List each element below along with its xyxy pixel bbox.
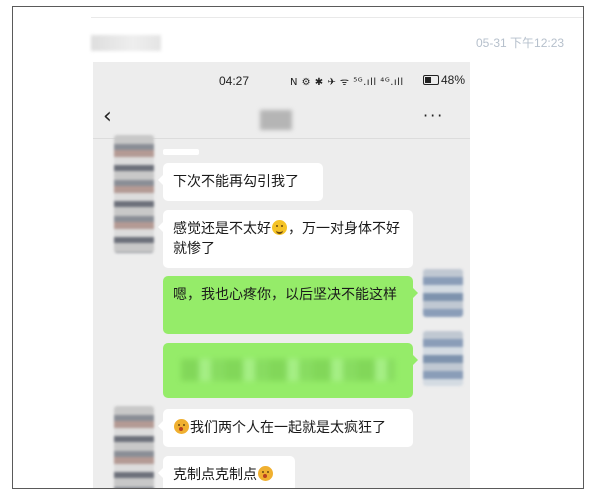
message-bubble[interactable]: 感觉还是不太好 ，万一对身体不好就惨了: [158, 210, 413, 268]
blushing-emoji: [174, 419, 189, 434]
contact-avatar[interactable]: [114, 135, 154, 253]
grinning-sweat-emoji: [272, 220, 287, 235]
post-timestamp: 05-31 下午12:23: [476, 36, 565, 50]
screenshot-frame: 05-31 下午12:23 04:27 N ⚙ ✱ ✈ ᯤ ⁵ᴳ.ıll ⁴ᴳ.…: [12, 6, 584, 489]
message-text: 感觉还是不太好: [173, 221, 271, 237]
message-bubble[interactable]: 我们两个人在一起就是太疯狂了: [158, 409, 413, 447]
message-bubble-sent[interactable]: 嗯，我也心疼你，以后坚决不能这样: [163, 276, 418, 334]
chat-screenshot: 04:27 N ⚙ ✱ ✈ ᯤ ⁵ᴳ.ıll ⁴ᴳ.ıll 48% ‹ ··· …: [93, 62, 470, 488]
back-arrow-icon[interactable]: ‹: [103, 106, 112, 128]
blurred-poster-name: [91, 35, 161, 51]
blurred-sender-name: [163, 149, 199, 155]
blurred-contact-name: [260, 110, 292, 130]
my-avatar[interactable]: [423, 269, 463, 317]
my-avatar[interactable]: [423, 331, 463, 386]
contact-avatar[interactable]: [114, 406, 154, 488]
message-bubble[interactable]: 下次不能再勾引我了: [158, 163, 323, 201]
blurred-message-text: [181, 359, 395, 381]
message-bubble-sent-redacted[interactable]: [163, 343, 418, 398]
message-text: 嗯，我也心疼你，以后坚决不能这样: [173, 287, 397, 303]
battery-percent: 48%: [441, 73, 466, 87]
divider: [91, 17, 583, 18]
status-bar-icons: N ⚙ ✱ ✈ ᯤ ⁵ᴳ.ıll ⁴ᴳ.ıll: [290, 77, 404, 88]
status-bar-time: 04:27: [219, 74, 250, 88]
message-bubble[interactable]: 克制点克制点: [158, 456, 295, 488]
message-text: 我们两个人在一起就是太疯狂了: [190, 420, 386, 436]
message-text: 下次不能再勾引我了: [173, 174, 299, 190]
flushed-emoji: [258, 466, 273, 481]
battery-icon: [423, 75, 439, 85]
more-options-icon[interactable]: ···: [423, 106, 444, 125]
message-text: 克制点克制点: [173, 467, 257, 483]
